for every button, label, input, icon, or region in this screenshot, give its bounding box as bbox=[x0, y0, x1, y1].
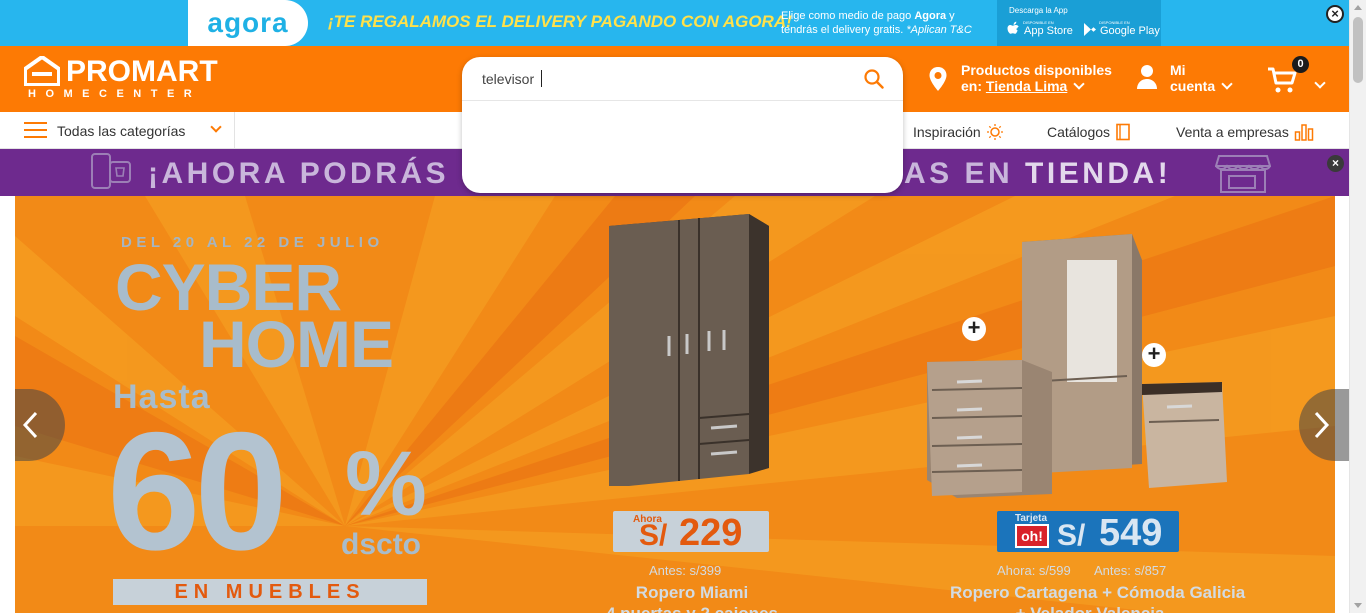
phone-shopping-icon bbox=[91, 153, 131, 189]
logo-wordmark: PROMART bbox=[66, 55, 218, 88]
account-label-2: cuenta bbox=[1170, 78, 1233, 94]
lightbulb-icon bbox=[986, 124, 1003, 140]
product-name: Ropero Miami bbox=[635, 583, 749, 602]
bar-chart-icon bbox=[1294, 124, 1314, 141]
promo-detail-text: Elige como medio de pago bbox=[781, 10, 915, 22]
announcement-text-left: ¡AHORA PODRÁS bbox=[148, 157, 450, 190]
product-name: Ropero Cartagena + Cómoda Galicia bbox=[950, 583, 1246, 602]
nav-business[interactable]: Venta a empresas bbox=[1176, 123, 1314, 141]
promo-terms-note: *Aplican T&C bbox=[906, 24, 972, 36]
user-icon bbox=[1137, 65, 1157, 89]
price-now: Ahora: s/599 bbox=[997, 563, 1071, 578]
scroll-up-arrow[interactable] bbox=[1354, 5, 1362, 10]
chevron-down-icon bbox=[210, 121, 222, 133]
announcement-text-right-pre: AS EN bbox=[904, 157, 1026, 190]
oh-card-logo: oh! bbox=[1015, 524, 1049, 548]
store-name[interactable]: Tienda Lima bbox=[986, 78, 1067, 94]
nav-catalogs-label: Catálogos bbox=[1047, 124, 1111, 140]
app-store-small-text: DISPONIBLE EN bbox=[1023, 20, 1054, 25]
hero-category: EN MUEBLES bbox=[113, 579, 427, 605]
hamburger-icon bbox=[24, 122, 47, 139]
scroll-down-arrow[interactable] bbox=[1354, 603, 1362, 608]
promo-detail-line2: tendrás el delivery gratis. bbox=[781, 24, 907, 36]
price-currency: S/ bbox=[639, 519, 668, 552]
promo-headline: ¡TE REGALAMOS EL DELIVERY PAGANDO CON AG… bbox=[328, 12, 792, 31]
page-scrollbar[interactable] bbox=[1349, 0, 1366, 613]
product-name-line2: + Velador Valencia bbox=[1000, 604, 1180, 613]
agora-logo: agora bbox=[188, 0, 308, 46]
app-download-title: Descarga la App bbox=[1009, 6, 1068, 15]
price-label: Tarjeta bbox=[1015, 513, 1048, 524]
chevron-right-icon bbox=[1314, 411, 1330, 439]
account-label-text: cuenta bbox=[1170, 78, 1216, 94]
hero-discount-number: 60 bbox=[107, 397, 288, 585]
promo-dates: DEL 20 AL 22 DE JULIO bbox=[121, 234, 384, 251]
cart-count-badge: 0 bbox=[1292, 56, 1309, 73]
hero-banner[interactable]: DEL 20 AL 22 DE JULIO CYBER HOME Hasta 6… bbox=[15, 196, 1335, 613]
search-icon[interactable] bbox=[864, 69, 884, 89]
promo-close-button[interactable]: × bbox=[1326, 5, 1344, 23]
hotspot-plus-button[interactable]: + bbox=[962, 317, 986, 341]
announcement-text-right: AS EN TIENDA! bbox=[904, 157, 1171, 191]
search-input[interactable] bbox=[482, 69, 842, 89]
google-play-small-text: DISPONIBLE EN bbox=[1099, 20, 1130, 25]
hero-title-home: HOME bbox=[199, 307, 394, 381]
cart-button[interactable]: 0 bbox=[1267, 56, 1327, 96]
google-play-icon bbox=[1084, 22, 1096, 36]
app-download-panel: Descarga la App DISPONIBLE EN App Store … bbox=[997, 0, 1161, 46]
nav-catalogs[interactable]: Catálogos bbox=[1047, 123, 1131, 141]
hero-percent-sign: % bbox=[345, 433, 427, 535]
promo-detail-brand: Agora bbox=[914, 10, 947, 22]
chevron-down-icon bbox=[1314, 77, 1326, 89]
price-before: Antes: s/399 bbox=[649, 563, 722, 578]
chevron-left-icon bbox=[22, 411, 38, 439]
all-categories-menu[interactable]: Todas las categorías bbox=[0, 112, 235, 149]
price-before: Antes: s/857 bbox=[1094, 563, 1167, 578]
product-name-line2: 4 puertas y 2 cajones bbox=[582, 604, 802, 613]
scroll-thumb[interactable] bbox=[1353, 17, 1363, 83]
app-store-badge[interactable]: DISPONIBLE EN App Store bbox=[1007, 20, 1073, 38]
price-currency: S/ bbox=[1057, 519, 1086, 552]
app-store-label: App Store bbox=[1024, 25, 1073, 37]
location-pin-icon bbox=[929, 67, 947, 91]
price-value: 549 bbox=[1099, 512, 1163, 554]
store-name-row: en: Tienda Lima bbox=[961, 78, 1085, 94]
google-play-badge[interactable]: DISPONIBLE EN Google Play bbox=[1083, 20, 1160, 38]
promo-bar[interactable]: agora ¡TE REGALAMOS EL DELIVERY PAGANDO … bbox=[0, 0, 1349, 46]
chevron-down-icon bbox=[1221, 78, 1233, 90]
nav-inspiration[interactable]: Inspiración bbox=[913, 123, 1004, 141]
price-value: 229 bbox=[679, 512, 743, 554]
page: agora ¡TE REGALAMOS EL DELIVERY PAGANDO … bbox=[0, 0, 1366, 613]
announcement-text-right-bold: TIENDA! bbox=[1025, 157, 1172, 190]
nav-inspiration-label: Inspiración bbox=[913, 124, 981, 140]
house-logo-icon bbox=[24, 56, 60, 86]
promo-detail: Elige como medio de pago Agora y tendrás… bbox=[781, 9, 991, 37]
search-divider bbox=[462, 100, 903, 101]
store-prefix: en: bbox=[961, 78, 986, 94]
apple-icon bbox=[1007, 21, 1019, 34]
wardrobe-miami-image bbox=[609, 214, 769, 486]
price-tag-miami: Ahora S/ 229 bbox=[613, 511, 769, 554]
nav-business-label: Venta a empresas bbox=[1176, 124, 1289, 140]
text-caret bbox=[541, 70, 542, 87]
bedroom-set-image bbox=[927, 234, 1227, 498]
google-play-label: Google Play bbox=[1100, 25, 1160, 37]
logo-subtitle: HOMECENTER bbox=[28, 88, 202, 100]
announcement-close-button[interactable]: × bbox=[1327, 155, 1344, 172]
account-label-1: Mi bbox=[1170, 62, 1186, 78]
hotspot-plus-button[interactable]: + bbox=[1142, 343, 1166, 367]
hero-dscto: dscto bbox=[341, 528, 422, 561]
catalog-icon bbox=[1116, 123, 1130, 141]
all-categories-label: Todas las categorías bbox=[57, 123, 186, 139]
promo-detail-text-end: y bbox=[946, 10, 955, 22]
price-tag-cartagena: Tarjeta oh! S/ 549 bbox=[997, 511, 1179, 554]
store-label: Productos disponibles bbox=[961, 62, 1112, 78]
cart-icon bbox=[1268, 67, 1297, 93]
chevron-down-icon bbox=[1073, 78, 1085, 90]
promart-logo[interactable]: PROMART HOMECENTER bbox=[24, 56, 234, 102]
search-box bbox=[462, 57, 903, 193]
store-front-icon bbox=[1215, 155, 1271, 193]
